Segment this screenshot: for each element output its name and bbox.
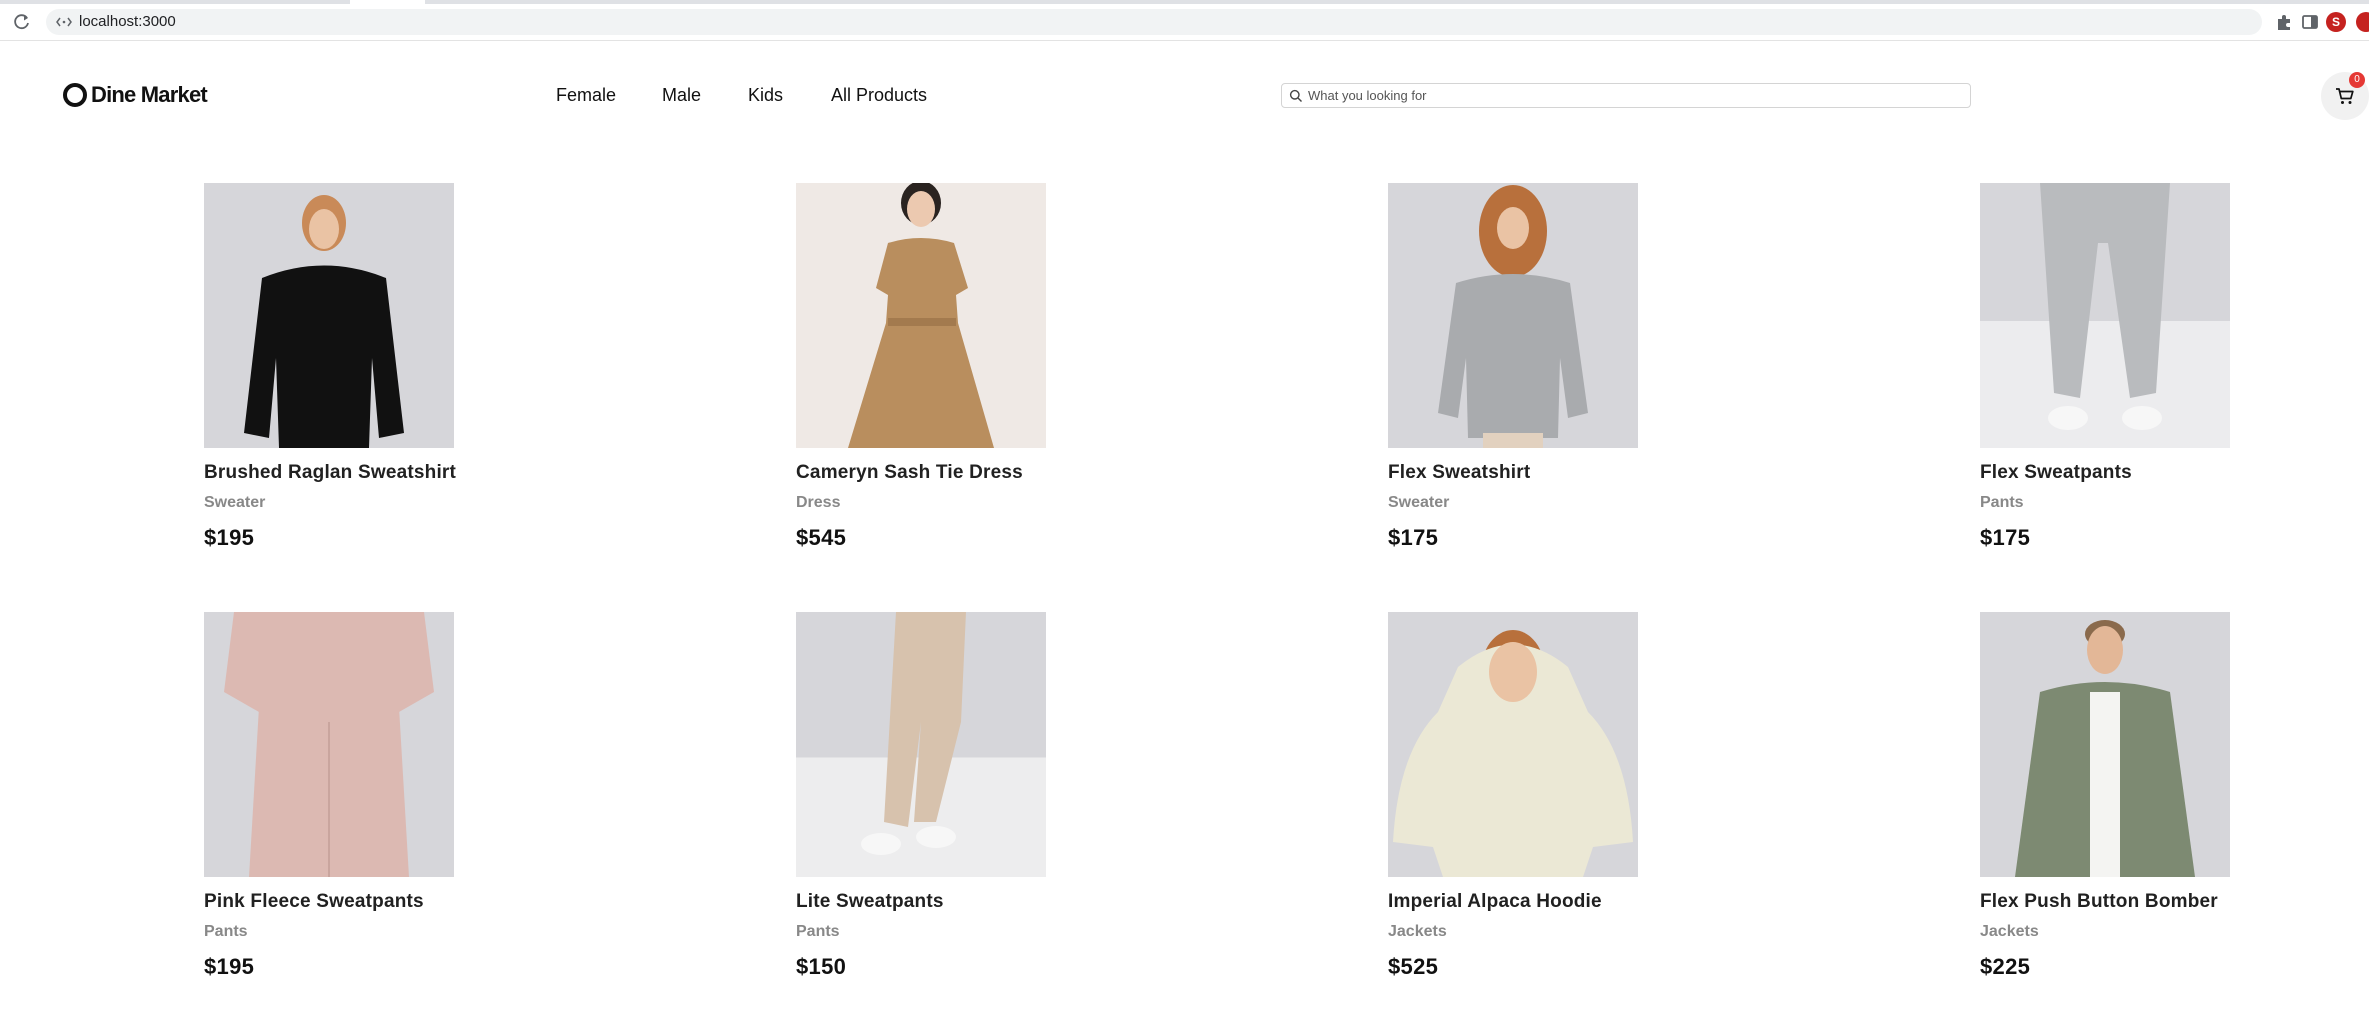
side-panel-icon[interactable]: [2300, 12, 2320, 32]
product-image[interactable]: [1980, 612, 2230, 877]
product-name[interactable]: Flex Push Button Bomber: [1980, 891, 2280, 913]
extensions-icon[interactable]: [2274, 12, 2294, 32]
product-price: $150: [796, 954, 847, 979]
product-card[interactable]: Flex Sweatshirt Sweater $175: [1388, 183, 1688, 551]
product-card[interactable]: Pink Fleece Sweatpants Pants $195: [204, 612, 504, 980]
product-name[interactable]: Pink Fleece Sweatpants: [204, 891, 504, 913]
product-category: Jackets: [1388, 923, 1447, 940]
reload-icon[interactable]: [12, 12, 32, 32]
product-price: $545: [796, 525, 847, 550]
product-image[interactable]: [796, 183, 1046, 448]
shopping-cart-icon: [2336, 88, 2354, 104]
product-image[interactable]: [204, 183, 454, 448]
product-category: Sweater: [204, 494, 266, 511]
product-card[interactable]: Flex Sweatpants Pants $175: [1980, 183, 2280, 551]
product-name[interactable]: Imperial Alpaca Hoodie: [1388, 891, 1688, 913]
product-price: $525: [1388, 954, 1439, 979]
logo-text: Dine Market: [91, 82, 208, 107]
product-card[interactable]: Brushed Raglan Sweatshirt Sweater $195: [204, 183, 504, 551]
product-image[interactable]: [1980, 183, 2230, 448]
product-image[interactable]: [204, 612, 454, 877]
browser-toolbar: localhost:3000 S: [0, 4, 2369, 41]
nav-male[interactable]: Male: [662, 84, 701, 106]
nav-all-products[interactable]: All Products: [831, 84, 927, 106]
profile-menu-edge[interactable]: [2356, 12, 2369, 32]
product-image[interactable]: [1388, 183, 1638, 448]
logo-ring-icon: [63, 83, 87, 107]
nav-female[interactable]: Female: [556, 84, 616, 106]
search-box: [1281, 83, 1971, 108]
product-category: Pants: [1980, 494, 2024, 511]
product-card[interactable]: Imperial Alpaca Hoodie Jackets $525: [1388, 612, 1688, 980]
search-icon: [1289, 89, 1302, 102]
url-text[interactable]: localhost:3000: [79, 13, 176, 31]
product-category: Pants: [204, 923, 248, 940]
product-category: Sweater: [1388, 494, 1450, 511]
product-category: Jackets: [1980, 923, 2039, 940]
search-input[interactable]: [1308, 86, 1958, 105]
cart-count-badge: 0: [2349, 72, 2365, 88]
product-name[interactable]: Cameryn Sash Tie Dress: [796, 462, 1096, 484]
product-name[interactable]: Brushed Raglan Sweatshirt: [204, 462, 504, 484]
product-image[interactable]: [1388, 612, 1638, 877]
product-card[interactable]: Cameryn Sash Tie Dress Dress $545: [796, 183, 1096, 551]
cart-button[interactable]: 0: [2321, 72, 2369, 120]
product-card[interactable]: Lite Sweatpants Pants $150: [796, 612, 1096, 980]
site-logo[interactable]: Dine Market: [63, 80, 208, 110]
product-name[interactable]: Flex Sweatpants: [1980, 462, 2280, 484]
product-category: Dress: [796, 494, 841, 511]
product-price: $195: [204, 954, 255, 979]
product-image[interactable]: [796, 612, 1046, 877]
profile-avatar[interactable]: S: [2326, 12, 2346, 32]
product-price: $175: [1980, 525, 2031, 550]
product-card[interactable]: Flex Push Button Bomber Jackets $225: [1980, 612, 2280, 980]
nav-kids[interactable]: Kids: [748, 84, 783, 106]
product-price: $195: [204, 525, 255, 550]
product-name[interactable]: Flex Sweatshirt: [1388, 462, 1688, 484]
product-category: Pants: [796, 923, 840, 940]
product-price: $225: [1980, 954, 2031, 979]
product-name[interactable]: Lite Sweatpants: [796, 891, 1096, 913]
address-bar[interactable]: localhost:3000: [46, 9, 2262, 35]
product-price: $175: [1388, 525, 1439, 550]
site-info-icon[interactable]: [56, 15, 72, 29]
